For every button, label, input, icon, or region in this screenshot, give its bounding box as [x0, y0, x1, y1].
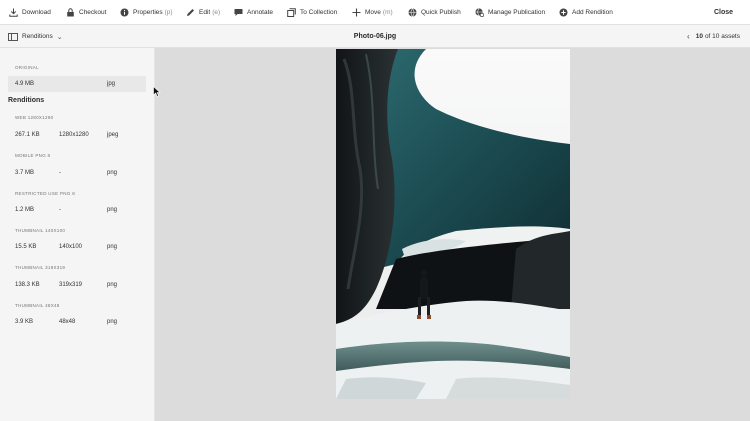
rendition-format: jpg: [107, 81, 116, 87]
rendition-label: THUMBNAIL 319X319: [15, 265, 66, 270]
asset-preview-image[interactable]: [336, 49, 570, 399]
rail-selector[interactable]: Renditions ⌄: [8, 25, 63, 48]
action-bar: Download Checkout Properties (p) Edit (e…: [0, 0, 750, 25]
move-button[interactable]: Move (m): [352, 0, 393, 25]
asset-preview-stage: [155, 48, 750, 421]
rendition-row[interactable]: 138.3 KB 319x319 png: [8, 277, 146, 293]
download-icon: [9, 8, 18, 17]
edit-shortcut: (e): [212, 9, 221, 16]
manage-publication-button[interactable]: Manage Publication: [475, 0, 545, 25]
comment-icon: [234, 8, 243, 17]
rendition-dimensions: -: [59, 170, 61, 176]
rendition-label: RESTRICTED USE PNG 8: [15, 191, 76, 196]
rendition-size: 3.9 KB: [15, 319, 34, 325]
rendition-format: png: [107, 244, 118, 250]
move-shortcut: (m): [382, 9, 393, 16]
rendition-dimensions: 319x319: [59, 282, 83, 288]
rendition-row[interactable]: 1.2 MB - png: [8, 202, 146, 218]
chevron-down-icon: ⌄: [56, 33, 63, 41]
side-rail-icon: [8, 32, 18, 41]
rendition-row[interactable]: 3.9 KB 48x48 png: [8, 314, 146, 330]
pencil-icon: [186, 8, 195, 17]
manage-publication-label: Manage Publication: [488, 9, 546, 16]
rendition-size: 267.1 KB: [15, 132, 40, 138]
rendition-dimensions: 1280x1280: [59, 132, 89, 138]
edit-label: Edit: [199, 9, 211, 16]
edit-button[interactable]: Edit (e): [186, 0, 220, 25]
rendition-format: png: [107, 170, 118, 176]
properties-button[interactable]: Properties (p): [120, 0, 173, 25]
rendition-dimensions: 140x100: [59, 244, 83, 250]
globe-gear-icon: [475, 8, 485, 18]
add-rendition-label: Add Rendition: [572, 9, 613, 16]
rail-selector-label: Renditions: [22, 33, 53, 40]
add-circle-icon: [559, 8, 568, 17]
original-rendition-row[interactable]: 4.9 MB jpg: [8, 76, 146, 92]
rendition-size: 1.2 MB: [15, 207, 35, 213]
info-icon: [120, 8, 129, 17]
rendition-row[interactable]: 15.5 KB 140x100 png: [8, 239, 146, 255]
annotate-label: Annotate: [247, 9, 274, 16]
mouse-cursor-icon: [153, 86, 161, 97]
renditions-rail: ORIGINAL 4.9 MB jpg Renditions WEB 1280X…: [0, 48, 155, 421]
rendition-label: THUMBNAIL 140X100: [15, 228, 66, 233]
move-icon: [352, 8, 361, 17]
pager-total: of 10 assets: [704, 33, 740, 40]
rendition-size: 138.3 KB: [15, 282, 40, 288]
rendition-format: jpeg: [107, 132, 119, 138]
rendition-label: MOBILE PNG 8: [15, 153, 51, 158]
rendition-dimensions: -: [59, 207, 61, 213]
quick-publish-button[interactable]: Quick Publish: [408, 0, 461, 25]
checkout-button[interactable]: Checkout: [66, 0, 106, 25]
properties-label: Properties: [133, 9, 163, 16]
lock-icon: [66, 8, 75, 17]
download-button[interactable]: Download: [9, 0, 51, 25]
rendition-size: 15.5 KB: [15, 244, 37, 250]
quick-publish-label: Quick Publish: [421, 9, 461, 16]
renditions-heading: Renditions: [8, 97, 45, 104]
original-section-label: ORIGINAL: [15, 65, 39, 70]
properties-shortcut: (p): [164, 9, 173, 16]
checkout-label: Checkout: [79, 9, 107, 16]
chevron-left-icon[interactable]: ‹: [687, 32, 690, 41]
rendition-row[interactable]: 3.7 MB - png: [8, 165, 146, 181]
rendition-format: png: [107, 319, 118, 325]
rendition-label: THUMBNAIL 48X48: [15, 303, 60, 308]
collection-icon: [287, 8, 296, 17]
rendition-label: WEB 1280X1280: [15, 115, 54, 120]
add-rendition-button[interactable]: Add Rendition: [559, 0, 613, 25]
download-label: Download: [22, 9, 51, 16]
to-collection-button[interactable]: To Collection: [287, 0, 337, 25]
move-label: Move: [365, 9, 381, 16]
to-collection-label: To Collection: [300, 9, 338, 16]
rendition-dimensions: 48x48: [59, 319, 76, 325]
asset-pager: ‹ 10 of 10 assets: [687, 25, 740, 48]
asset-header: Renditions ⌄ Photo-06.jpg ‹ 10 of 10 ass…: [0, 25, 750, 48]
globe-icon: [408, 8, 417, 17]
close-button[interactable]: Close: [714, 0, 733, 25]
rendition-size: 3.7 MB: [15, 170, 35, 176]
annotate-button[interactable]: Annotate: [234, 0, 273, 25]
rendition-format: png: [107, 207, 118, 213]
rendition-row[interactable]: 267.1 KB 1280x1280 jpeg: [8, 127, 146, 143]
rendition-format: png: [107, 282, 118, 288]
pager-current: 10: [695, 33, 703, 40]
rendition-size: 4.9 MB: [15, 81, 35, 87]
page-title: Photo-06.jpg: [353, 33, 397, 40]
